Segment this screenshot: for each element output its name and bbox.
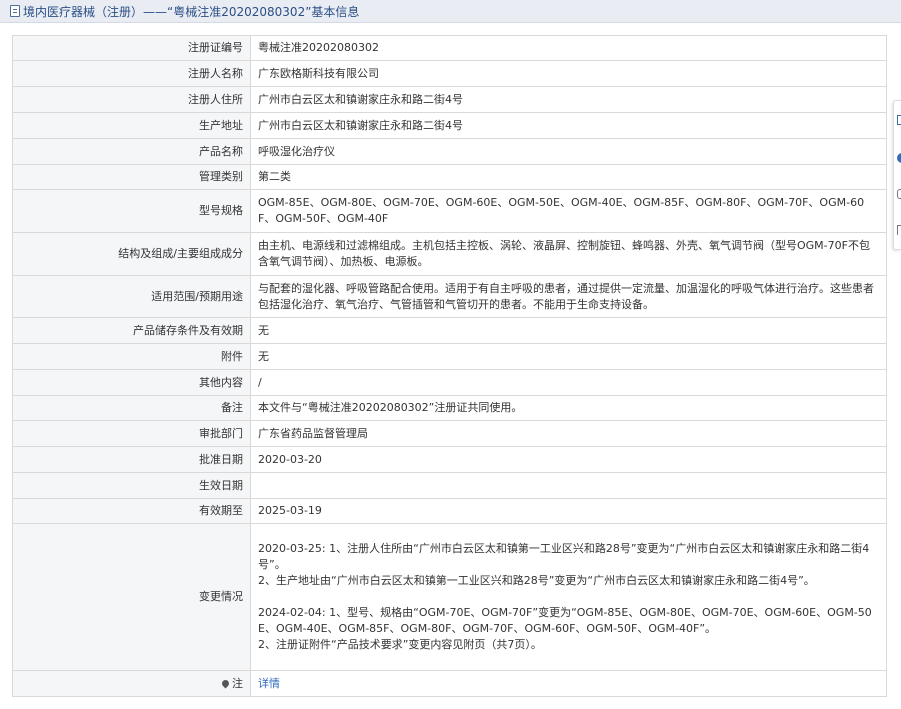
row-label: 生产地址: [12, 112, 251, 139]
row-label: 有效期至: [12, 498, 251, 524]
table-row: 生产地址 广州市白云区太和镇谢家庄永和路二街4号: [12, 112, 887, 139]
change-entry: 2020-03-25: 1、注册人住所由“广州市白云区太和镇第一工业区兴和路28…: [258, 542, 870, 571]
table-row: 附件 无: [12, 343, 887, 370]
row-label: 结构及组成/主要组成成分: [12, 232, 251, 276]
details-link[interactable]: 详情: [258, 677, 280, 690]
table-row: 注 详情: [12, 670, 887, 697]
side-toolbar: [893, 100, 901, 250]
device-detail-table: 注册证编号 粤械注准20202080302 注册人名称 广东欧格斯科技有限公司 …: [12, 35, 887, 697]
row-label: 型号规格: [12, 189, 251, 233]
row-value: 无: [250, 317, 887, 344]
row-label: 注册人名称: [12, 60, 251, 87]
row-value: 广州市白云区太和镇谢家庄永和路二街4号: [250, 112, 887, 139]
table-row: 生效日期: [12, 472, 887, 499]
row-value: 本文件与“粤械注准20202080302”注册证共同使用。: [250, 395, 887, 421]
row-value: 无: [250, 343, 887, 370]
row-label: 变更情况: [12, 523, 251, 671]
share-icon[interactable]: [897, 115, 901, 125]
row-label: 产品储存条件及有效期: [12, 317, 251, 344]
change-entry: 2、生产地址由“广州市白云区太和镇第一工业区兴和路28号”变更为“广州市白云区太…: [258, 574, 815, 587]
row-label: 批准日期: [12, 446, 251, 473]
page-title: 境内医疗器械（注册）——“粤械注准20202080302”基本信息: [23, 4, 360, 19]
table-row: 适用范围/预期用途 与配套的湿化器、呼吸管路配合使用。适用于有自主呼吸的患者，通…: [12, 275, 887, 318]
table-row: 批准日期 2020-03-20: [12, 446, 887, 473]
row-value: 呼吸湿化治疗仪: [250, 138, 887, 165]
row-value: 广东省药品监督管理局: [250, 420, 887, 447]
print-icon[interactable]: [897, 189, 901, 199]
favorite-icon[interactable]: [897, 153, 901, 163]
table-row: 其他内容 /: [12, 369, 887, 396]
row-value: /: [250, 369, 887, 396]
table-row: 审批部门 广东省药品监督管理局: [12, 420, 887, 447]
table-row: 注册人名称 广东欧格斯科技有限公司: [12, 60, 887, 87]
back-to-top-icon[interactable]: [897, 225, 901, 235]
table-row: 管理类别 第二类: [12, 164, 887, 190]
row-label: 附件: [12, 343, 251, 370]
row-value: 详情: [250, 670, 887, 697]
change-entry: 2、注册证附件“产品技术要求”变更内容见附页（共7页）。: [258, 638, 542, 651]
row-label: 管理类别: [12, 164, 251, 190]
table-row: 备注 本文件与“粤械注准20202080302”注册证共同使用。: [12, 395, 887, 421]
row-label: 注: [232, 676, 243, 690]
table-row: 产品储存条件及有效期 无: [12, 317, 887, 344]
table-row: 产品名称 呼吸湿化治疗仪: [12, 138, 887, 165]
row-label: 其他内容: [12, 369, 251, 396]
table-row: 结构及组成/主要组成成分 由主机、电源线和过滤棉组成。主机包括主控板、涡轮、液晶…: [12, 232, 887, 276]
table-row: 有效期至 2025-03-19: [12, 498, 887, 524]
change-entry: 2024-02-04: 1、型号、规格由“OGM-70E、OGM-70F”变更为…: [258, 606, 872, 635]
page-title-bar: 境内医疗器械（注册）——“粤械注准20202080302”基本信息: [0, 0, 901, 23]
row-value: 第二类: [250, 164, 887, 190]
row-value: OGM-85E、OGM-80E、OGM-70E、OGM-60E、OGM-50E、…: [250, 189, 887, 233]
table-row: 型号规格 OGM-85E、OGM-80E、OGM-70E、OGM-60E、OGM…: [12, 189, 887, 233]
row-value: 广州市白云区太和镇谢家庄永和路二街4号: [250, 86, 887, 113]
change-history: 2020-03-25: 1、注册人住所由“广州市白云区太和镇第一工业区兴和路28…: [250, 523, 887, 671]
row-label: 注册人住所: [12, 86, 251, 113]
row-value: 2025-03-19: [250, 498, 887, 524]
row-label: 注册证编号: [12, 35, 251, 61]
row-value: 2020-03-20: [250, 446, 887, 473]
row-value: 由主机、电源线和过滤棉组成。主机包括主控板、涡轮、液晶屏、控制旋钮、蜂鸣器、外壳…: [250, 232, 887, 276]
row-value: 广东欧格斯科技有限公司: [250, 60, 887, 87]
row-value: [250, 472, 887, 499]
document-icon: [10, 5, 20, 17]
row-value: 与配套的湿化器、呼吸管路配合使用。适用于有自主呼吸的患者，通过提供一定流量、加温…: [250, 275, 887, 318]
location-pin-icon: [220, 678, 231, 688]
note-label-cell: 注: [12, 670, 251, 697]
row-label: 生效日期: [12, 472, 251, 499]
row-label: 产品名称: [12, 138, 251, 165]
row-value: 粤械注准20202080302: [250, 35, 887, 61]
table-row: 变更情况 2020-03-25: 1、注册人住所由“广州市白云区太和镇第一工业区…: [12, 523, 887, 671]
table-row: 注册证编号 粤械注准20202080302: [12, 35, 887, 61]
row-label: 适用范围/预期用途: [12, 275, 251, 318]
row-label: 审批部门: [12, 420, 251, 447]
row-label: 备注: [12, 395, 251, 421]
table-row: 注册人住所 广州市白云区太和镇谢家庄永和路二街4号: [12, 86, 887, 113]
